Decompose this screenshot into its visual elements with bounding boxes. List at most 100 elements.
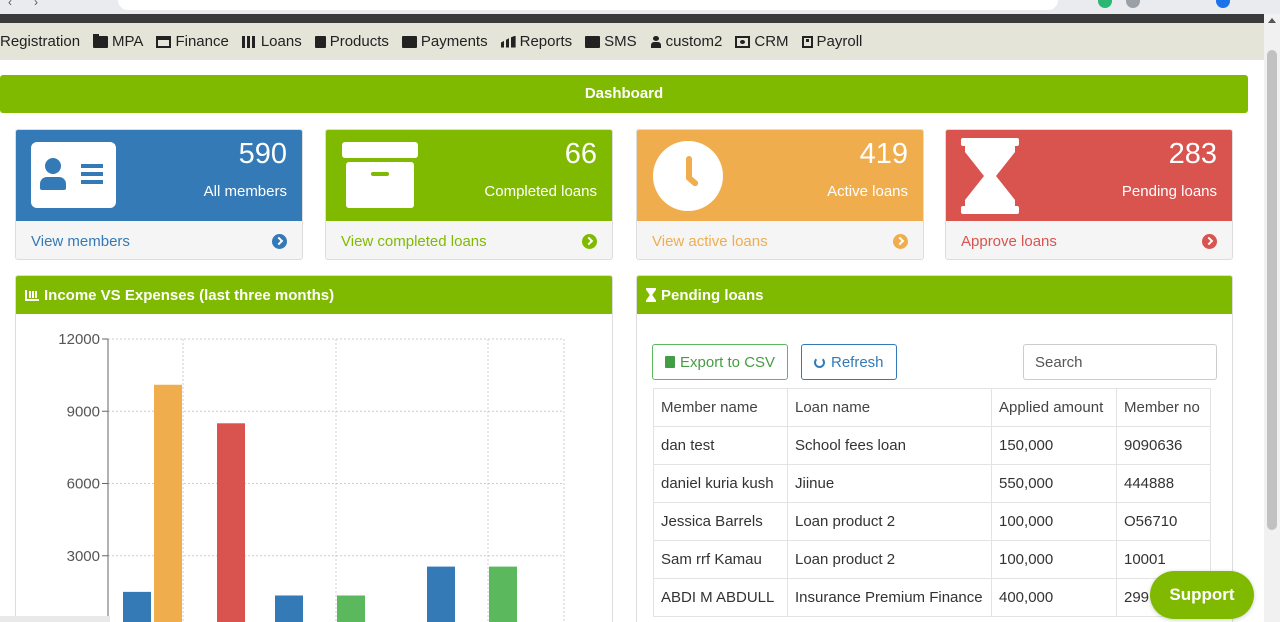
- person-icon: [650, 35, 662, 48]
- mail-icon: [585, 35, 601, 48]
- table-cell: dan test: [653, 426, 788, 465]
- column-header[interactable]: Applied amount: [991, 388, 1117, 427]
- document-icon: [314, 35, 326, 48]
- arrow-circle-right-icon: [1202, 233, 1217, 249]
- extension-icon[interactable]: [1126, 0, 1140, 8]
- menu-item-finance[interactable]: Finance: [156, 33, 229, 50]
- menu-item-loans[interactable]: Loans: [241, 33, 302, 50]
- refresh-button[interactable]: Refresh: [801, 344, 897, 380]
- members-card: 590 All members View members: [15, 129, 303, 260]
- chart-bar: [275, 595, 303, 622]
- chart-bar: [489, 566, 517, 622]
- table-row[interactable]: Sam rrf Kamau Loan product 2 100,000 100…: [653, 540, 1211, 579]
- extension-icon[interactable]: [1098, 0, 1112, 8]
- panel-title: Pending loans: [661, 286, 764, 304]
- chart-bar: [154, 384, 182, 622]
- menu-item-crm[interactable]: CRM: [735, 33, 789, 50]
- table-cell: Insurance Premium Finance: [787, 578, 992, 617]
- archive-icon: [342, 142, 418, 208]
- dashboard-header: Dashboard: [0, 75, 1248, 113]
- menu-item-label: Payroll: [816, 33, 863, 50]
- table-cell: Sam rrf Kamau: [653, 540, 788, 579]
- menu-item-mpa[interactable]: MPA: [93, 33, 143, 50]
- horizontal-scrollbar[interactable]: [0, 616, 110, 622]
- table-cell: O56710: [1116, 502, 1211, 541]
- table-cell: 444888: [1116, 464, 1211, 503]
- top-strip: [0, 14, 1264, 23]
- pending-loans-count: 283: [1168, 138, 1217, 170]
- completed-loans-label: Completed loans: [484, 183, 597, 200]
- hourglass-icon: [646, 288, 656, 302]
- button-label: Export to CSV: [680, 353, 776, 371]
- bar-chart-icon: [500, 35, 516, 48]
- table-cell: 400,000: [991, 578, 1117, 617]
- table-icon: [241, 35, 257, 48]
- menu-item-reports[interactable]: Reports: [500, 33, 572, 50]
- table-cell: 550,000: [991, 464, 1117, 503]
- panel-header: Income VS Expenses (last three months): [16, 276, 612, 314]
- forward-icon[interactable]: ›: [34, 0, 38, 9]
- table-cell: Jessica Barrels: [653, 502, 788, 541]
- menu-item-label: Loans: [260, 33, 302, 50]
- menu-item-products[interactable]: Products: [314, 33, 389, 50]
- active-loans-count: 419: [859, 138, 908, 170]
- button-label: Refresh: [831, 353, 884, 371]
- page-scrollbar[interactable]: [1264, 14, 1280, 622]
- profile-avatar[interactable]: [1216, 0, 1230, 8]
- column-header[interactable]: Loan name: [787, 388, 992, 427]
- chart-bar: [123, 591, 151, 622]
- table-row[interactable]: daniel kuria kush Jiinue 550,000 444888: [653, 464, 1211, 503]
- folder-icon: [93, 33, 109, 48]
- main-menu: Registration MPA Finance Loans Products …: [0, 23, 1264, 60]
- pending-loans-label: Pending loans: [1121, 183, 1217, 200]
- table-row[interactable]: Jessica Barrels Loan product 2 100,000 O…: [653, 502, 1211, 541]
- completed-loans-card: 66 Completed loans View completed loans: [325, 129, 613, 260]
- menu-item-payments[interactable]: Payments: [401, 33, 488, 50]
- menu-item-label: Registration: [0, 33, 81, 50]
- members-label: All members: [203, 183, 287, 200]
- panel-header: Pending loans: [637, 276, 1232, 314]
- export-csv-button[interactable]: Export to CSV: [652, 344, 789, 380]
- menu-item-custom2[interactable]: custom2: [650, 33, 722, 50]
- menu-item-payroll[interactable]: Payroll: [801, 33, 863, 50]
- menu-item-label: CRM: [754, 33, 789, 50]
- support-button[interactable]: Support: [1150, 571, 1254, 619]
- refresh-icon: [814, 356, 825, 368]
- table-row[interactable]: dan test School fees loan 150,000 909063…: [653, 426, 1211, 465]
- menu-item-label: MPA: [112, 33, 144, 50]
- menu-item-label: SMS: [604, 33, 637, 50]
- view-active-loans-link[interactable]: View active loans: [637, 221, 923, 259]
- back-icon[interactable]: ‹: [8, 0, 12, 9]
- arrow-circle-right-icon: [582, 233, 597, 249]
- card-link-label: View active loans: [652, 232, 768, 250]
- menu-item-sms[interactable]: SMS: [585, 33, 637, 50]
- approve-loans-link[interactable]: Approve loans: [946, 221, 1232, 259]
- menu-item-label: Finance: [175, 33, 229, 50]
- column-header[interactable]: Member no: [1116, 388, 1211, 427]
- pending-loans-card: 283 Pending loans Approve loans: [945, 129, 1233, 260]
- menu-item-label: Products: [329, 33, 389, 50]
- id-card-icon: [31, 142, 116, 208]
- address-bar[interactable]: [118, 0, 1058, 10]
- bar-chart-icon: [25, 289, 39, 301]
- id-badge-icon: [801, 35, 813, 48]
- active-loans-label: Active loans: [827, 183, 908, 200]
- table-cell: 9090636: [1116, 426, 1211, 465]
- column-header[interactable]: Member name: [653, 388, 788, 427]
- table-header-row: Member name Loan name Applied amount Mem…: [653, 388, 1211, 427]
- menu-item-registration[interactable]: Registration: [0, 33, 80, 50]
- scrollbar-thumb[interactable]: [1267, 50, 1277, 530]
- y-tick-label: 6000: [67, 476, 100, 493]
- table-cell: daniel kuria kush: [653, 464, 788, 503]
- browser-toolbar: ‹ ›: [0, 0, 1280, 14]
- card-link-label: View members: [31, 232, 130, 250]
- pending-loans-table: Member name Loan name Applied amount Mem…: [653, 388, 1211, 617]
- table-row[interactable]: ABDI M ABDULL Insurance Premium Finance …: [653, 578, 1211, 617]
- view-completed-loans-link[interactable]: View completed loans: [326, 221, 612, 259]
- card-link-label: Approve loans: [961, 232, 1057, 250]
- table-cell: Loan product 2: [787, 502, 992, 541]
- search-input[interactable]: [1023, 344, 1217, 380]
- scroll-up-icon[interactable]: [1268, 18, 1276, 23]
- active-loans-card: 419 Active loans View active loans: [636, 129, 924, 260]
- view-members-link[interactable]: View members: [16, 221, 302, 259]
